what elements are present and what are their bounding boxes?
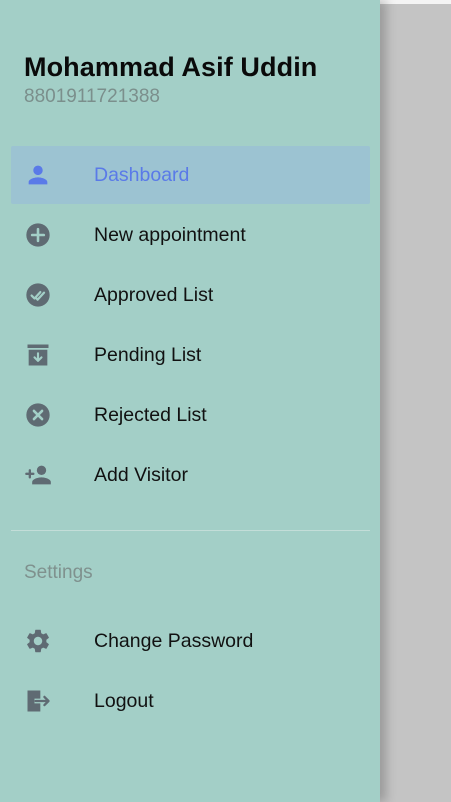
user-name: Mohammad Asif Uddin	[24, 52, 318, 82]
archive-box-icon	[24, 341, 52, 369]
nav-label-dashboard: Dashboard	[94, 164, 190, 186]
backdrop-top-strip	[380, 0, 451, 4]
nav-item-pending-list[interactable]: Pending List	[11, 326, 370, 384]
add-circle-icon	[24, 221, 52, 249]
nav-label-pending-list: Pending List	[94, 344, 202, 366]
person-add-icon	[24, 461, 52, 489]
nav-item-rejected-list[interactable]: Rejected List	[11, 386, 370, 444]
nav-label-approved-list: Approved List	[94, 284, 214, 306]
nav-item-dashboard[interactable]: Dashboard	[11, 146, 370, 204]
double-check-circle-icon	[24, 281, 52, 309]
gear-icon	[24, 627, 52, 655]
nav-label-rejected-list: Rejected List	[94, 404, 207, 426]
person-icon	[24, 161, 52, 189]
menu-divider	[11, 530, 370, 531]
nav-item-change-password[interactable]: Change Password	[11, 612, 370, 670]
nav-label-add-visitor: Add Visitor	[94, 464, 188, 486]
user-phone: 8801911721388	[24, 86, 160, 107]
nav-label-new-appointment: New appointment	[94, 224, 246, 246]
nav-label-change-password: Change Password	[94, 630, 254, 652]
nav-label-logout: Logout	[94, 690, 154, 712]
nav-item-add-visitor[interactable]: Add Visitor	[11, 446, 370, 504]
logout-icon	[24, 687, 52, 715]
nav-item-approved-list[interactable]: Approved List	[11, 266, 370, 324]
nav-item-logout[interactable]: Logout	[11, 672, 370, 730]
cancel-circle-icon	[24, 401, 52, 429]
nav-item-new-appointment[interactable]: New appointment	[11, 206, 370, 264]
navigation-drawer: Mohammad Asif Uddin 8801911721388 Dashbo…	[0, 0, 380, 802]
settings-section-title: Settings	[24, 562, 93, 583]
